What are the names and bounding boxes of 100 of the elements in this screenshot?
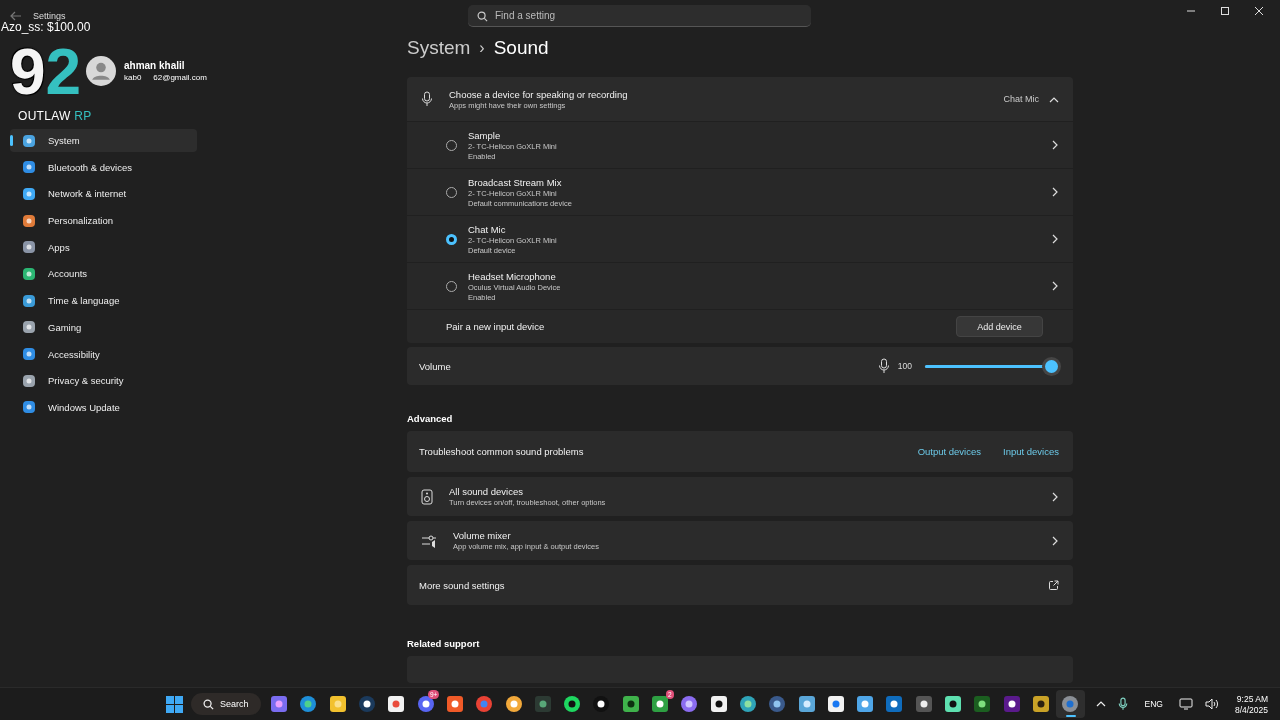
app-icon [1031, 695, 1050, 713]
breadcrumb-link[interactable]: System [407, 37, 471, 59]
taskbar-search[interactable]: Search [191, 693, 261, 715]
caret-up-icon[interactable] [1096, 701, 1107, 707]
setting-title: More sound settings [419, 579, 506, 591]
app-icon [914, 695, 933, 713]
sidebar-item[interactable]: System [10, 129, 197, 152]
volume-label: Volume [419, 360, 452, 372]
chevron-icon [1049, 95, 1059, 103]
setting-title: Volume mixer [453, 530, 512, 542]
app-icon [387, 695, 406, 713]
app-icon [475, 695, 494, 713]
speaker-icon [421, 488, 433, 505]
app-icon [738, 695, 757, 713]
chevron-right-icon [1052, 140, 1059, 150]
pair-label: Pair a new input device [446, 321, 545, 332]
search-icon [203, 698, 214, 710]
back-icon[interactable] [10, 11, 22, 21]
sidebar-item[interactable]: Accounts [10, 262, 197, 286]
app-icon [856, 695, 875, 713]
app-icon [533, 695, 552, 713]
app-icon [563, 695, 582, 713]
user-name: ahman khalil [124, 60, 186, 71]
microphone-icon [877, 358, 890, 375]
sidebar-item[interactable]: Bluetooth & devices [10, 155, 197, 179]
setting-title: Troubleshoot common sound problems [419, 446, 585, 458]
page-title: Sound [493, 37, 549, 59]
app-icon [651, 695, 670, 713]
avatar-icon [86, 56, 116, 86]
radio-button[interactable] [446, 233, 457, 245]
chevron-right-icon [1052, 491, 1059, 502]
device-name: Chat Mic [468, 223, 507, 235]
app-icon [328, 695, 347, 713]
volume-reading: 100 [897, 361, 912, 372]
overlay-logo-text: OUTLAW RP [18, 110, 92, 123]
search-icon [477, 11, 488, 22]
sidebar-item[interactable]: Windows Update [10, 395, 197, 419]
section-heading: Related support [407, 638, 481, 650]
app-icon [1002, 695, 1021, 713]
external-link-icon [1048, 579, 1059, 591]
add-device-button[interactable]: Add device [956, 316, 1043, 337]
sidebar-item[interactable]: Privacy & security [10, 369, 197, 393]
start-icon[interactable] [166, 695, 183, 713]
language-indicator[interactable]: ENG [1144, 699, 1163, 709]
category-icon [22, 293, 36, 308]
maximize-icon[interactable] [1220, 6, 1230, 16]
category-icon [22, 160, 36, 175]
app-icon [270, 695, 289, 713]
clock-time[interactable]: 9:25 AM [1236, 693, 1268, 704]
app-icon [973, 695, 992, 713]
current-device: Chat Mic [1003, 94, 1039, 104]
app-icon [885, 695, 904, 713]
clock-date[interactable]: 8/4/2025 [1234, 704, 1268, 715]
user-email: 62@gmail.com [153, 73, 207, 82]
search-field[interactable]: Find a setting [468, 5, 811, 27]
slider-thumb[interactable] [1045, 359, 1058, 373]
app-icon [445, 695, 464, 713]
app-icon [358, 695, 377, 713]
section-heading: Advanced [407, 413, 454, 425]
sidebar-item[interactable]: Network & internet [10, 182, 197, 206]
setting-title: Choose a device for speaking or recording [449, 88, 629, 100]
category-icon [22, 240, 36, 255]
taskbar-app[interactable] [1055, 690, 1085, 718]
sidebar-item[interactable]: Time & language [10, 289, 197, 313]
category-icon [22, 320, 36, 335]
app-icon [299, 695, 318, 713]
app-icon [944, 695, 962, 713]
settings-row[interactable]: More sound settings [407, 565, 1073, 606]
breadcrumb-separator: › [479, 39, 485, 57]
app-icon [592, 695, 611, 713]
mixer-icon [421, 533, 437, 548]
category-icon [22, 266, 36, 281]
sidebar-item[interactable]: Personalization [10, 209, 197, 233]
microphone-icon [421, 91, 433, 107]
category-icon [22, 347, 36, 361]
volume-icon[interactable] [1204, 698, 1219, 710]
overlay-logo: 92 [10, 40, 82, 104]
sidebar-item[interactable]: Apps [10, 235, 197, 259]
app-icon [709, 695, 728, 713]
chevron-right-icon [1052, 187, 1059, 197]
device-name: Broadcast Stream Mix [468, 176, 563, 188]
sidebar-item[interactable]: Accessibility [10, 342, 197, 366]
category-icon [22, 186, 36, 201]
device-name: Headset Microphone [468, 270, 557, 282]
network-icon[interactable] [1178, 698, 1193, 710]
chevron-right-icon [1052, 281, 1059, 291]
overlay-tip: Azo_ss: $100.00 [1, 20, 91, 34]
close-icon[interactable] [1254, 6, 1264, 16]
app-icon [797, 695, 816, 713]
troubleshoot-link[interactable]: Output devices [917, 446, 981, 458]
app-icon [1061, 695, 1080, 713]
app-icon [680, 695, 699, 713]
category-icon [22, 133, 36, 148]
troubleshoot-link[interactable]: Input devices [1003, 446, 1059, 458]
microphone-icon[interactable] [1118, 697, 1129, 711]
chevron-right-icon [1052, 234, 1059, 244]
app-icon [826, 695, 845, 713]
app-icon [621, 695, 640, 713]
sidebar-item[interactable]: Gaming [10, 315, 197, 339]
window-title: Settings [33, 11, 66, 21]
